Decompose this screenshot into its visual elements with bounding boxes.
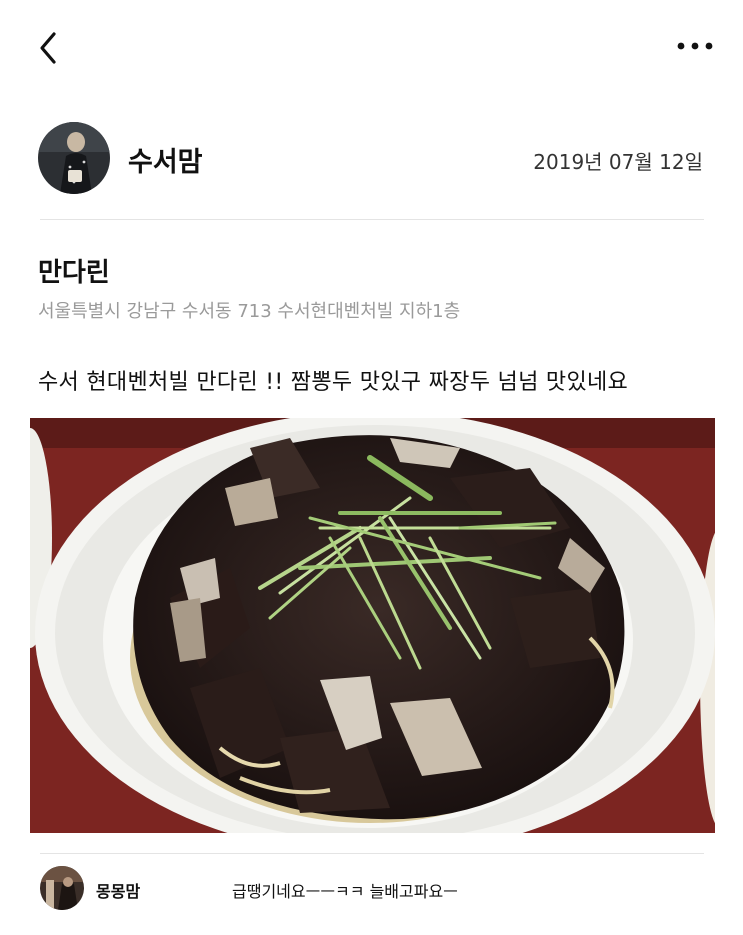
commenter-avatar[interactable] bbox=[40, 866, 84, 910]
post-date: 2019년 07월 12일 bbox=[533, 150, 703, 174]
chevron-left-icon bbox=[40, 32, 56, 64]
comment-text: 급땡기네요ㅡㅡㅋㅋ 늘배고파요ㅡ bbox=[232, 882, 458, 901]
post-text: 수서 현대벤처빌 만다린 !! 짬뽕두 맛있구 짜장두 넘넘 맛있네요 bbox=[38, 370, 629, 395]
comment-item: 몽몽맘 급땡기네요ㅡㅡㅋㅋ 늘배고파요ㅡ bbox=[40, 866, 704, 916]
back-button[interactable] bbox=[30, 28, 70, 68]
more-options-button[interactable] bbox=[675, 36, 715, 56]
commenter-name[interactable]: 몽몽맘 bbox=[96, 878, 140, 902]
place-address: 서울특별시 강남구 수서동 713 수서현대벤처빌 지하1층 bbox=[38, 301, 461, 322]
divider bbox=[40, 219, 704, 220]
top-bar bbox=[0, 0, 743, 100]
place-name[interactable]: 만다린 bbox=[38, 252, 110, 289]
post-author-row: 수서맘 2019년 07월 12일 bbox=[38, 122, 705, 196]
author-avatar[interactable] bbox=[38, 122, 110, 194]
post-photo[interactable] bbox=[30, 418, 715, 833]
author-name[interactable]: 수서맘 bbox=[128, 140, 203, 179]
divider bbox=[40, 853, 704, 854]
more-horizontal-icon bbox=[677, 42, 713, 50]
